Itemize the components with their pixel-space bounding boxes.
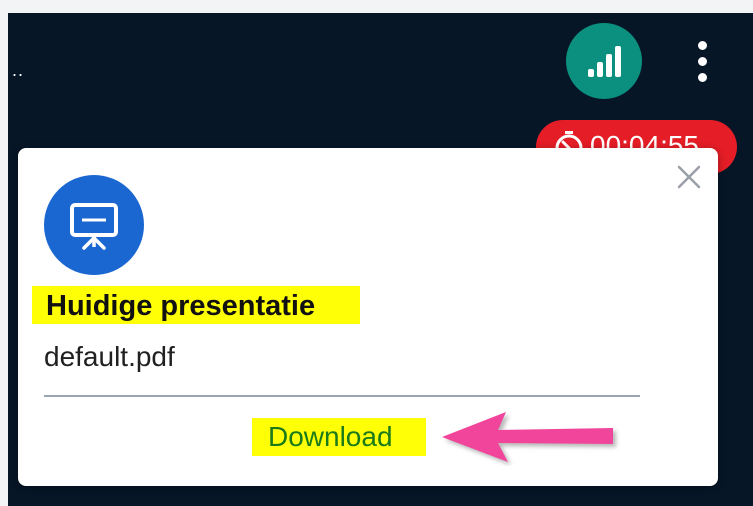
divider bbox=[44, 395, 640, 397]
vertical-ellipsis-icon[interactable] bbox=[692, 39, 714, 85]
presentation-filename: default.pdf bbox=[44, 341, 175, 372]
pink-arrow-icon bbox=[442, 412, 613, 462]
close-icon[interactable] bbox=[674, 162, 704, 192]
menu-dots-text: .. bbox=[12, 60, 25, 80]
connection-status-button[interactable] bbox=[566, 23, 642, 99]
popup-title: Huidige presentatie bbox=[46, 290, 316, 322]
signal-bars-icon bbox=[588, 46, 621, 77]
presentation-screen-icon bbox=[44, 175, 144, 275]
download-link[interactable]: Download bbox=[268, 420, 393, 454]
presentation-popup: Huidige presentatie default.pdf Download bbox=[18, 148, 718, 486]
